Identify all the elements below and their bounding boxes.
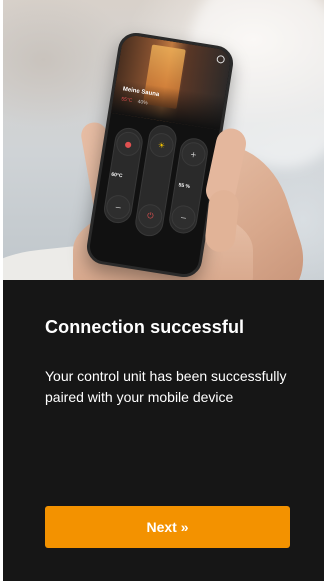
hero-image: Meine Sauna 55°C 40% ● ☀ + 60°C 55 % − ⏻…	[3, 0, 324, 280]
next-button[interactable]: Next »	[45, 506, 290, 548]
connection-success-screen: Meine Sauna 55°C 40% ● ☀ + 60°C 55 % − ⏻…	[3, 0, 324, 581]
sauna-photo	[110, 33, 233, 131]
status-message: Your control unit has been successfully …	[45, 368, 287, 405]
page-title: Connection successful	[45, 317, 245, 337]
